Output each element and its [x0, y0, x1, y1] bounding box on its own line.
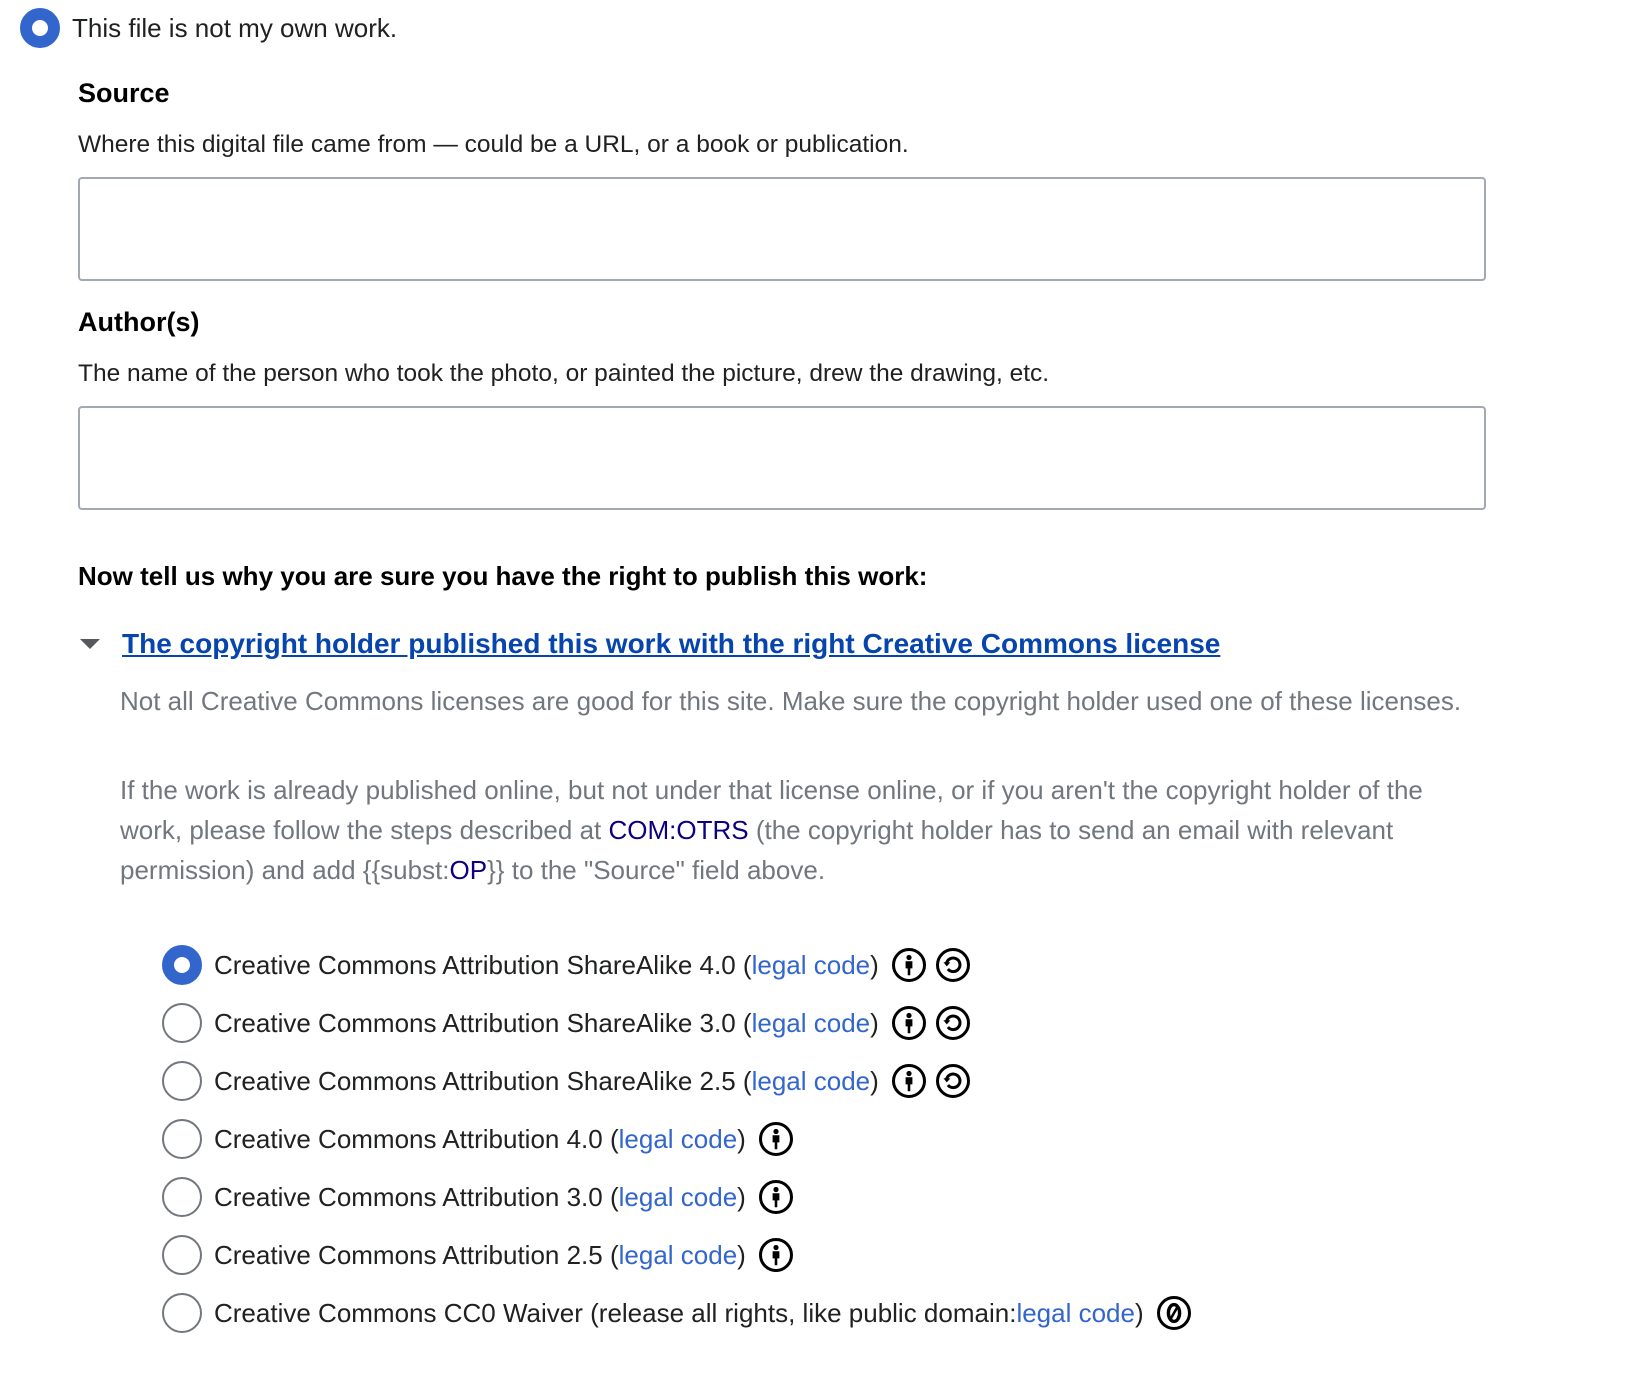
license-icons [758, 1179, 794, 1215]
license-option[interactable]: Creative Commons Attribution 3.0 (legal … [162, 1168, 1562, 1226]
not-own-work-radio[interactable] [20, 8, 60, 48]
legal-code-link[interactable]: legal code [619, 1182, 738, 1213]
cc-sa-icon [935, 947, 971, 983]
license-label: Creative Commons Attribution 4.0 ( [214, 1123, 619, 1154]
author-help: The name of the person who took the phot… [78, 360, 1050, 387]
license-icons [891, 1063, 971, 1099]
not-own-work-label: This file is not my own work. [72, 12, 398, 43]
cc-license-toggle-link[interactable]: The copyright holder published this work… [122, 628, 1220, 660]
license-radio[interactable] [162, 1003, 202, 1043]
otrs-link[interactable]: COM:OTRS [608, 815, 748, 845]
license-radio[interactable] [162, 1177, 202, 1217]
license-icons [891, 1005, 971, 1041]
license-icons [758, 1237, 794, 1273]
legal-code-link[interactable]: legal code [752, 1066, 871, 1097]
license-label: Creative Commons Attribution ShareAlike … [214, 949, 752, 980]
cc-by-icon [891, 1063, 927, 1099]
source-title: Source [78, 78, 170, 108]
license-option[interactable]: Creative Commons Attribution 4.0 (legal … [162, 1110, 1562, 1168]
author-title: Author(s) [78, 307, 200, 337]
cc-by-icon [758, 1121, 794, 1157]
license-label-suffix: ) [870, 1007, 879, 1038]
cc-explanation-1: Not all Creative Commons licenses are go… [120, 686, 1462, 716]
op-link[interactable]: OP [450, 855, 488, 885]
license-label: Creative Commons Attribution ShareAlike … [214, 1065, 752, 1096]
license-option[interactable]: Creative Commons Attribution ShareAlike … [162, 1052, 1562, 1110]
license-option[interactable]: Creative Commons CC0 Waiver (release all… [162, 1284, 1562, 1342]
license-label: Creative Commons Attribution 2.5 ( [214, 1239, 619, 1270]
license-option[interactable]: Creative Commons Attribution ShareAlike … [162, 994, 1562, 1052]
legal-code-link[interactable]: legal code [619, 1124, 738, 1155]
not-own-work-option[interactable]: This file is not my own work. [20, 8, 397, 48]
why-heading: Now tell us why you are sure you have th… [78, 561, 928, 591]
source-field: Source Where this digital file came from… [78, 78, 1486, 281]
license-radio[interactable] [162, 1293, 202, 1333]
cc-by-icon [758, 1179, 794, 1215]
license-radio[interactable] [162, 945, 202, 985]
license-label-suffix: ) [870, 949, 879, 980]
license-option[interactable]: Creative Commons Attribution 2.5 (legal … [162, 1226, 1562, 1284]
source-help: Where this digital file came from — coul… [78, 131, 909, 158]
cc-explanation-2: If the work is already published online,… [120, 770, 1490, 890]
cc-sa-icon [935, 1005, 971, 1041]
license-label-suffix: ) [870, 1065, 879, 1096]
explanation-text: }} to the "Source" field above. [487, 855, 826, 885]
license-options: Creative Commons Attribution ShareAlike … [162, 936, 1562, 1342]
cc-zero-icon [1156, 1295, 1192, 1331]
author-input[interactable] [78, 406, 1486, 510]
license-label: Creative Commons CC0 Waiver (release all… [214, 1297, 1017, 1328]
license-label-suffix: ) [1134, 1297, 1144, 1328]
license-icons [758, 1121, 794, 1157]
legal-code-link[interactable]: legal code [619, 1240, 738, 1271]
source-input[interactable] [78, 177, 1486, 281]
license-label-suffix: ) [737, 1123, 746, 1154]
author-field: Author(s) The name of the person who too… [78, 307, 1486, 510]
expand-triangle-icon[interactable] [80, 639, 100, 649]
cc-sa-icon [935, 1063, 971, 1099]
license-option[interactable]: Creative Commons Attribution ShareAlike … [162, 936, 1562, 994]
cc-by-icon [891, 1005, 927, 1041]
legal-code-link[interactable]: legal code [752, 1008, 871, 1039]
license-icons [891, 947, 971, 983]
cc-by-icon [891, 947, 927, 983]
license-radio[interactable] [162, 1061, 202, 1101]
license-label-suffix: ) [737, 1239, 746, 1270]
license-radio[interactable] [162, 1119, 202, 1159]
license-radio[interactable] [162, 1235, 202, 1275]
license-label-suffix: ) [737, 1181, 746, 1212]
license-label: Creative Commons Attribution 3.0 ( [214, 1181, 619, 1212]
license-icons [1156, 1295, 1192, 1331]
legal-code-link[interactable]: legal code [752, 950, 871, 981]
cc-license-toggle[interactable]: The copyright holder published this work… [80, 628, 1220, 660]
license-label: Creative Commons Attribution ShareAlike … [214, 1007, 752, 1038]
cc-by-icon [758, 1237, 794, 1273]
legal-code-link[interactable]: legal code [1016, 1298, 1135, 1329]
